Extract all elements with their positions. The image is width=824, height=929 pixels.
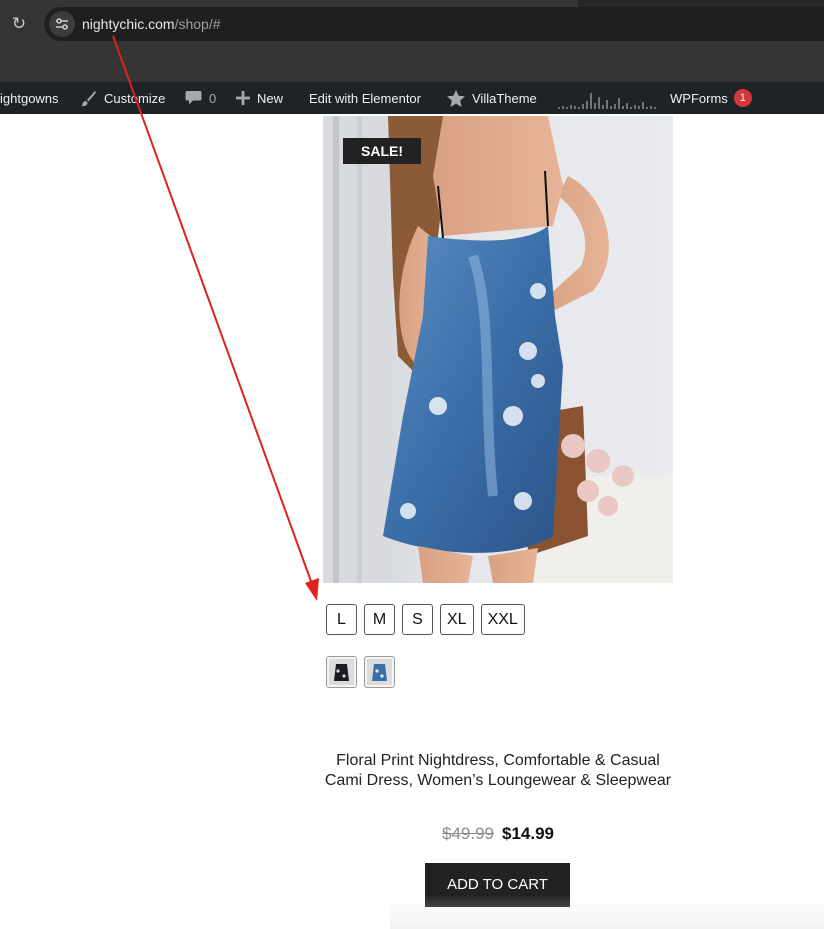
active-tab[interactable] <box>0 0 578 7</box>
wp-admin-bar: ightgowns Customize 0 New Edit with Elem… <box>0 82 824 114</box>
comment-count: 0 <box>209 90 217 106</box>
product-photo <box>323 116 673 583</box>
reload-icon[interactable]: ↻ <box>8 13 30 35</box>
size-option-s[interactable]: S <box>402 604 433 635</box>
size-option-xxl[interactable]: XXL <box>480 604 525 635</box>
size-option-m[interactable]: M <box>364 604 395 635</box>
adminbar-label: VillaTheme <box>472 90 537 106</box>
add-to-cart-button[interactable]: ADD TO CART <box>425 863 570 907</box>
adminbar-item-villatheme[interactable]: VillaTheme <box>447 82 537 114</box>
tab-strip <box>0 0 824 7</box>
adminbar-label: ightgowns <box>0 90 59 106</box>
product-price: $49.99 $14.99 <box>323 824 673 844</box>
adminbar-item-elementor[interactable]: Edit with Elementor <box>309 82 421 114</box>
product-image[interactable] <box>323 116 673 583</box>
adminbar-item-customize[interactable]: Customize <box>80 82 165 114</box>
adminbar-label: New <box>257 90 284 106</box>
url-text[interactable]: nightychic.com/shop/# <box>82 15 221 33</box>
plus-icon <box>236 91 250 105</box>
address-bar[interactable]: nightychic.com/shop/# <box>44 7 824 41</box>
stats-sparkline-icon[interactable] <box>558 91 656 109</box>
url-host: nightychic.com <box>82 16 175 32</box>
url-path: /shop/# <box>174 16 221 32</box>
adminbar-label: Customize <box>104 90 166 106</box>
star-icon <box>447 89 465 107</box>
adminbar-label: Edit with Elementor <box>309 90 421 106</box>
size-option-l[interactable]: L <box>326 604 357 635</box>
adminbar-item-new[interactable]: New <box>236 82 283 114</box>
sale-price: $14.99 <box>502 824 554 843</box>
tune-icon[interactable] <box>49 11 75 37</box>
notification-badge: 1 <box>733 89 752 107</box>
size-option-xl[interactable]: XL <box>440 604 474 635</box>
adminbar-item-comments[interactable]: 0 <box>185 82 216 114</box>
product-title[interactable]: Floral Print Nightdress, Comfortable & C… <box>323 751 673 790</box>
adminbar-item-nightgowns[interactable]: ightgowns <box>0 82 59 114</box>
adminbar-label: WPForms <box>670 90 728 106</box>
blue-variant-thumbnail[interactable] <box>364 656 395 688</box>
size-options: L M S XL XXL <box>326 604 525 635</box>
adminbar-item-wpforms[interactable]: WPForms 1 <box>670 82 752 114</box>
sale-badge: SALE! <box>343 138 421 164</box>
regular-price: $49.99 <box>442 824 494 843</box>
brush-icon <box>80 90 97 107</box>
black-variant-thumbnail[interactable] <box>326 656 357 688</box>
browser-toolbar: ↻ nightychic.com/shop/# <box>0 0 824 82</box>
comment-icon <box>185 90 202 106</box>
color-swatches <box>326 656 395 688</box>
